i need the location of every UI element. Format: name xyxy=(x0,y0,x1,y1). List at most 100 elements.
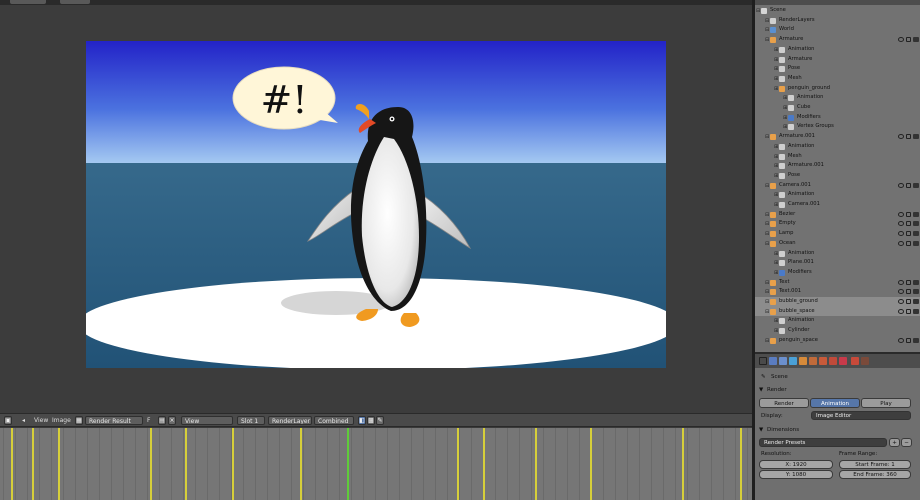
outliner-row[interactable]: ⊟ RenderLayers xyxy=(755,16,920,26)
timeline-keyframe-marker[interactable] xyxy=(150,428,152,500)
outliner-row[interactable]: ⊟ bubble_ground xyxy=(755,297,920,307)
outliner-item-label[interactable]: Mesh xyxy=(788,152,802,162)
outliner-item-label[interactable]: Empty xyxy=(779,219,796,229)
timeline-keyframe-marker[interactable] xyxy=(32,428,34,500)
expand-toggle-icon[interactable]: ⊞ xyxy=(774,154,778,159)
image-viewer[interactable]: #! xyxy=(0,5,752,413)
current-frame-cursor[interactable] xyxy=(347,428,349,500)
expand-toggle-icon[interactable]: ⊟ xyxy=(765,135,769,140)
outliner-row[interactable]: ⊟ Bezier xyxy=(755,210,920,220)
expand-toggle-icon[interactable]: ⊟ xyxy=(765,183,769,188)
outliner-row[interactable]: ⊞ Camera.001 xyxy=(755,200,920,210)
outliner-row[interactable]: ⊟ Text.001 xyxy=(755,287,920,297)
outliner-item-label[interactable]: Modifiers xyxy=(788,268,812,278)
material-tab-icon[interactable] xyxy=(829,357,837,365)
render-icon[interactable] xyxy=(913,337,919,343)
outliner-row[interactable]: ⊞ Animation xyxy=(755,190,920,200)
outliner-item-label[interactable]: Camera.001 xyxy=(779,181,811,191)
expand-toggle-icon[interactable]: ⊞ xyxy=(774,173,778,178)
expand-toggle-icon[interactable]: ⊟ xyxy=(765,338,769,343)
render-icon[interactable] xyxy=(913,211,919,217)
scene-tab-icon[interactable] xyxy=(769,357,777,365)
outliner-row[interactable]: ⊟ Armature xyxy=(755,35,920,45)
outliner-row[interactable]: ⊟ penguin_space xyxy=(755,336,920,346)
expand-toggle-icon[interactable]: ⊟ xyxy=(765,241,769,246)
world-tab-icon[interactable] xyxy=(779,357,787,365)
selectability-icon[interactable] xyxy=(906,37,911,43)
expand-toggle-icon[interactable]: ⊟ xyxy=(765,222,769,227)
render-icon[interactable] xyxy=(913,231,919,237)
outliner-item-label[interactable]: Animation xyxy=(788,249,814,259)
expand-toggle-icon[interactable]: ⊟ xyxy=(765,290,769,295)
panel-collapse-icon[interactable]: ▼ xyxy=(759,427,763,433)
outliner-row[interactable]: ⊞ Animation xyxy=(755,249,920,259)
outliner-item-label[interactable]: Animation xyxy=(788,190,814,200)
outliner-item-label[interactable]: bubble_space xyxy=(779,307,815,317)
expand-toggle-icon[interactable]: ⊞ xyxy=(774,270,778,275)
timeline-keyframe-marker[interactable] xyxy=(590,428,592,500)
fake-user-toggle[interactable]: F xyxy=(147,416,150,425)
outliner-item-label[interactable]: Armature.001 xyxy=(788,161,824,171)
expand-toggle-icon[interactable]: ⊞ xyxy=(774,261,778,266)
outliner-item-label[interactable]: Armature xyxy=(788,55,812,65)
expand-toggle-icon[interactable]: ⊞ xyxy=(783,106,787,111)
outliner-row[interactable]: ⊞ Pose xyxy=(755,171,920,181)
outliner-row[interactable]: ⊞ Cylinder xyxy=(755,326,920,336)
timeline-keyframe-marker[interactable] xyxy=(682,428,684,500)
outliner-item-label[interactable]: Cylinder xyxy=(788,326,809,336)
outliner-item-label[interactable]: Ocean xyxy=(779,239,796,249)
header-tab[interactable] xyxy=(60,0,90,4)
selectability-icon[interactable] xyxy=(906,134,911,140)
texture-tab-icon[interactable] xyxy=(839,357,847,365)
constraint-tab-icon[interactable] xyxy=(799,357,807,365)
expand-toggle-icon[interactable]: ⊞ xyxy=(774,329,778,334)
resolution-y-field[interactable]: Y: 1080 xyxy=(759,470,833,479)
selectability-icon[interactable] xyxy=(906,308,911,314)
visibility-icon[interactable] xyxy=(898,289,904,295)
expand-toggle-icon[interactable]: ⊞ xyxy=(783,96,787,101)
render-presets-select[interactable]: Render Presets xyxy=(759,438,887,447)
render-icon[interactable] xyxy=(913,289,919,295)
render-icon[interactable] xyxy=(913,240,919,246)
view-select[interactable]: View xyxy=(181,416,233,425)
expand-toggle-icon[interactable]: ⊟ xyxy=(765,232,769,237)
outliner-row[interactable]: ⊟ Armature.001 xyxy=(755,132,920,142)
expand-toggle-icon[interactable]: ⊞ xyxy=(774,251,778,256)
outliner-item-label[interactable]: Scene xyxy=(770,6,786,16)
render-icon[interactable] xyxy=(913,221,919,227)
expand-toggle-icon[interactable]: ⊞ xyxy=(774,67,778,72)
outliner-row[interactable]: ⊞ Modifiers xyxy=(755,113,920,123)
outliner-item-label[interactable]: Armature xyxy=(779,35,803,45)
outliner-item-label[interactable]: Animation xyxy=(788,142,814,152)
selectability-icon[interactable] xyxy=(906,279,911,285)
expand-toggle-icon[interactable]: ⊟ xyxy=(765,212,769,217)
outliner-row[interactable]: ⊞ Animation xyxy=(755,142,920,152)
timeline-keyframe-marker[interactable] xyxy=(300,428,302,500)
image-browse-icon[interactable]: ▦ xyxy=(75,416,83,425)
expand-toggle-icon[interactable]: ⊟ xyxy=(765,38,769,43)
visibility-icon[interactable] xyxy=(898,231,904,237)
render-icon[interactable] xyxy=(913,308,919,314)
animation-button[interactable]: Animation xyxy=(810,398,860,408)
selectability-icon[interactable] xyxy=(906,182,911,188)
expand-toggle-icon[interactable]: ⊞ xyxy=(774,86,778,91)
render-pass-select[interactable]: Combined xyxy=(314,416,354,425)
image-close-icon[interactable]: × xyxy=(168,416,176,425)
expand-toggle-icon[interactable]: ⊟ xyxy=(765,280,769,285)
object-tab-icon[interactable] xyxy=(789,357,797,365)
outliner-row[interactable]: ⊞ Pose xyxy=(755,64,920,74)
image-name-field[interactable]: Render Result xyxy=(85,416,143,425)
outliner-row[interactable]: ⊟ Scene xyxy=(755,6,920,16)
outliner-item-label[interactable]: Plane.001 xyxy=(788,258,814,268)
outliner-row[interactable]: ⊟ bubble_space xyxy=(755,306,920,317)
expand-toggle-icon[interactable]: ⊞ xyxy=(774,203,778,208)
outliner-row[interactable]: ⊞ penguin_ground xyxy=(755,84,920,94)
panel-collapse-icon[interactable]: ▼ xyxy=(759,387,763,393)
timeline-keyframe-marker[interactable] xyxy=(535,428,537,500)
outliner-row[interactable]: ⊟ Ocean xyxy=(755,239,920,249)
outliner-row[interactable]: ⊟ Lamp xyxy=(755,229,920,239)
outliner-item-label[interactable]: Modifiers xyxy=(797,113,821,123)
visibility-icon[interactable] xyxy=(898,337,904,343)
render-icon[interactable] xyxy=(913,299,919,304)
render-icon[interactable] xyxy=(913,37,919,43)
